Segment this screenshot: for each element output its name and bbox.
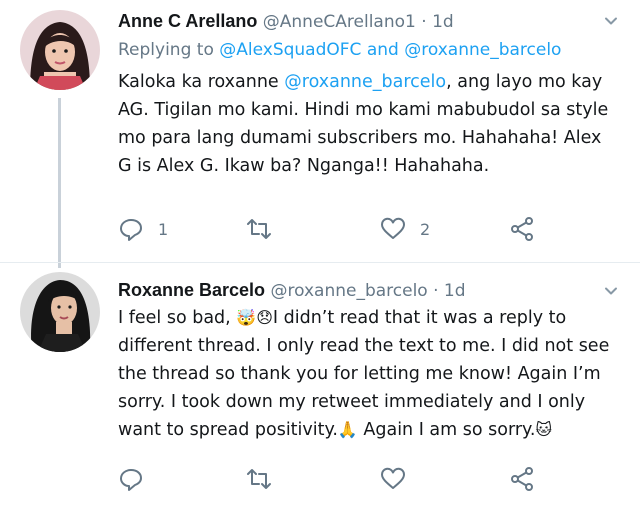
emoji-cat: 🐱 (535, 420, 553, 439)
reply-icon (120, 219, 142, 241)
mention-link[interactable]: @roxanne_barcelo (284, 72, 446, 92)
tweet-anne[interactable]: Anne C Arellano @AnneCArellano1 · 1d Rep… (0, 0, 640, 268)
replying-to: Replying to @AlexSquadOFC and @roxanne_b… (118, 38, 561, 62)
timestamp[interactable]: 1d (444, 281, 466, 301)
tweet-text: Kaloka ka roxanne @roxanne_barcelo, ang … (118, 68, 618, 180)
reply-icon (120, 469, 142, 491)
like-icon (381, 217, 405, 239)
tweet-text-part: Kaloka ka roxanne (118, 72, 285, 92)
chevron-down-icon[interactable] (604, 284, 618, 298)
replying-user-roxanne[interactable]: @roxanne_barcelo (404, 40, 561, 60)
user-handle[interactable]: @AnneCArellano1 (263, 12, 416, 32)
display-name[interactable]: Roxanne Barcelo (118, 280, 265, 300)
share-button[interactable] (509, 216, 535, 242)
replying-label: Replying to (118, 40, 214, 60)
emoji-shocked-sad: 🤯😞 (236, 308, 273, 327)
share-icon (511, 467, 533, 491)
tweet-header: Anne C Arellano @AnneCArellano1 · 1d (118, 9, 454, 34)
timestamp[interactable]: 1d (432, 12, 454, 32)
display-name[interactable]: Anne C Arellano (118, 11, 257, 31)
like-icon (381, 467, 405, 489)
tweet-actions: 1 2 (118, 216, 558, 246)
tweet-text: I feel so bad, 🤯😞I didn’t read that it w… (118, 304, 618, 444)
share-icon (511, 217, 533, 241)
replying-user-alexsquad[interactable]: @AlexSquadOFC (219, 40, 361, 60)
retweet-icon (247, 219, 271, 239)
like-count: 2 (420, 219, 431, 239)
retweet-icon (247, 469, 271, 489)
user-handle[interactable]: @roxanne_barcelo (270, 281, 427, 301)
reply-button[interactable]: 1 (118, 216, 168, 242)
share-button[interactable] (509, 466, 535, 492)
separator-dot: · (421, 12, 427, 32)
avatar-anne[interactable] (20, 10, 100, 90)
avatar-roxanne[interactable] (20, 272, 100, 352)
replying-and: and (366, 40, 399, 60)
reply-button[interactable] (118, 466, 158, 492)
thread-line (58, 98, 61, 268)
separator-dot: · (433, 281, 439, 301)
chevron-down-icon[interactable] (604, 14, 618, 28)
reply-count: 1 (158, 219, 169, 239)
like-button[interactable]: 2 (380, 216, 430, 242)
emoji-pray: 🙏 (337, 420, 358, 439)
tweet-actions (118, 466, 558, 496)
tweet-roxanne[interactable]: Roxanne Barcelo @roxanne_barcelo · 1d I … (0, 262, 640, 509)
like-button[interactable] (380, 466, 420, 492)
tweet-text-part: I feel so bad, (118, 308, 237, 328)
retweet-button[interactable] (246, 216, 286, 242)
tweet-text-part: Again I am so sorry. (357, 420, 536, 440)
retweet-button[interactable] (246, 466, 286, 492)
tweet-header: Roxanne Barcelo @roxanne_barcelo · 1d (118, 278, 466, 303)
